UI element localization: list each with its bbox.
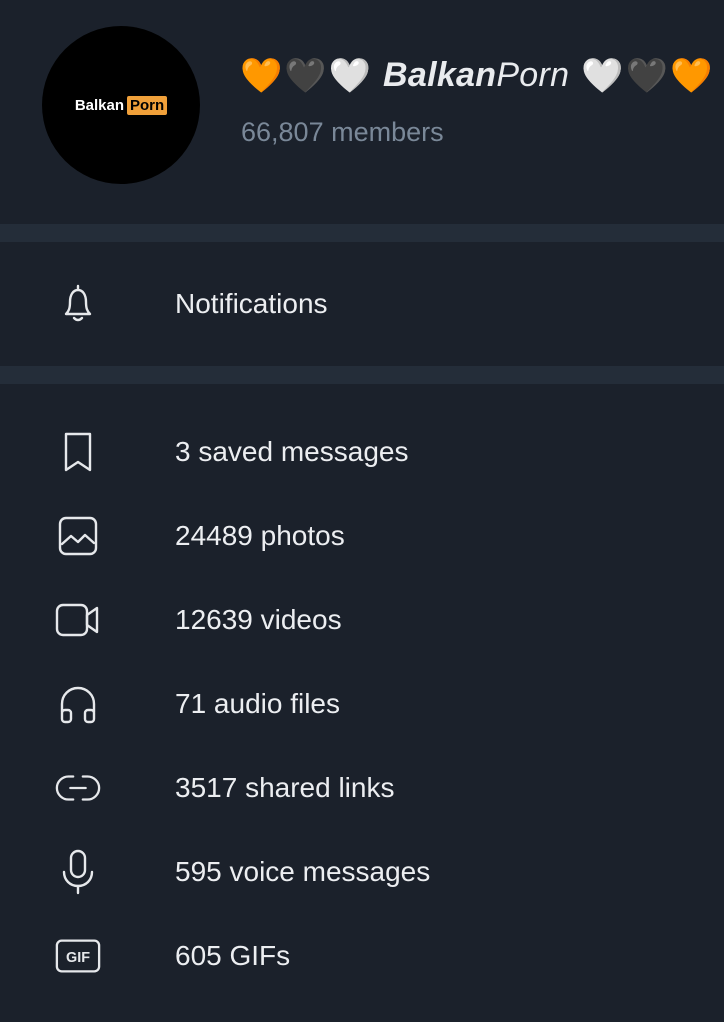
section-divider: [0, 366, 724, 384]
group-name-bold: Balkan: [383, 56, 497, 94]
audio-files-row[interactable]: 71 audio files: [0, 662, 724, 746]
shared-media-list: 3 saved messages 24489 photos 12639 vide…: [0, 384, 724, 998]
orange-heart-icon: 🧡: [670, 56, 713, 95]
video-icon: [54, 596, 102, 644]
group-avatar[interactable]: Balkan Porn: [42, 26, 200, 184]
white-heart-icon: 🤍: [328, 56, 372, 95]
photos-row[interactable]: 24489 photos: [0, 494, 724, 578]
group-name: BalkanPorn: [383, 56, 569, 95]
headphones-icon: [54, 680, 102, 728]
white-heart-icon: 🤍: [581, 56, 624, 95]
black-heart-icon: 🖤: [625, 56, 669, 95]
videos-row[interactable]: 12639 videos: [0, 578, 724, 662]
media-item-label: 71 audio files: [175, 688, 341, 719]
group-header: Balkan Porn 🧡 🖤 🤍 BalkanPorn 🤍 🖤 🧡 66,80…: [0, 0, 724, 224]
media-item-label: 605 GIFs: [175, 940, 291, 971]
voice-messages-row[interactable]: 595 voice messages: [0, 830, 724, 914]
shared-links-row[interactable]: 3517 shared links: [0, 746, 724, 830]
member-count: 66,807 members: [241, 117, 444, 147]
orange-heart-icon: 🧡: [240, 56, 283, 95]
microphone-icon: [54, 848, 102, 896]
avatar-tag: Porn: [127, 95, 168, 115]
link-icon: [54, 764, 102, 812]
black-heart-icon: 🖤: [284, 56, 327, 95]
notifications-row[interactable]: Notifications: [0, 242, 724, 366]
bookmark-icon: [54, 428, 102, 476]
section-divider: [0, 224, 724, 242]
media-item-label: 595 voice messages: [175, 856, 431, 887]
gif-icon: GIF: [54, 932, 102, 980]
notifications-label: Notifications: [175, 288, 328, 319]
media-item-label: 24489 photos: [175, 520, 345, 551]
group-title: 🧡 🖤 🤍 BalkanPorn 🤍 🖤 🧡: [240, 56, 712, 95]
media-item-label: 3 saved messages: [175, 436, 409, 467]
photo-icon: [54, 512, 102, 560]
saved-messages-row[interactable]: 3 saved messages: [0, 410, 724, 494]
group-name-light: Porn: [496, 56, 570, 94]
media-item-label: 12639 videos: [175, 604, 342, 635]
media-item-label: 3517 shared links: [175, 772, 395, 803]
avatar-text: Balkan: [74, 96, 125, 114]
bell-icon: [54, 280, 102, 328]
gif-icon-text: GIF: [66, 950, 90, 966]
gifs-row[interactable]: GIF 605 GIFs: [0, 914, 724, 998]
